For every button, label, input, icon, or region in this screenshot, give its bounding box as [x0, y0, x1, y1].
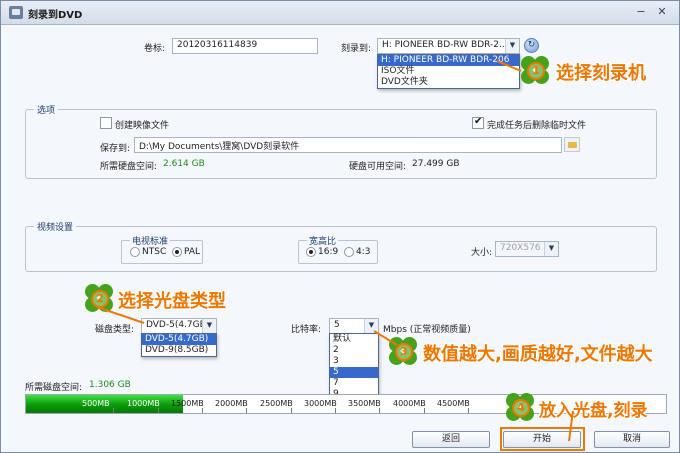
disc-type-label: 磁盘类型: — [95, 325, 135, 335]
refresh-drives-icon[interactable]: ↻ — [524, 38, 539, 53]
bitrate-select[interactable]: 5 ▼ — [329, 318, 379, 334]
capacity-scale-label: 2500MB — [260, 399, 293, 408]
step4-clover-icon: 4 — [506, 393, 536, 423]
step4-annotation: 放入光盘,刻录 — [539, 401, 648, 421]
start-highlight-box — [500, 427, 585, 451]
capacity-tick — [424, 408, 425, 413]
window-title: 刻录到DVD — [28, 10, 83, 21]
chevron-down-icon[interactable]: ▼ — [544, 242, 558, 256]
step1-clover-icon: 1 — [521, 56, 551, 86]
delete-temp-label: 完成任务后删除临时文件 — [487, 121, 587, 131]
cancel-button[interactable]: 取消 — [594, 431, 670, 448]
bitrate-selected-value: 5 — [334, 320, 340, 330]
pal-radio[interactable] — [172, 247, 182, 257]
close-button[interactable]: ✕ — [654, 5, 670, 20]
burn-to-select[interactable]: H: PIONEER BD-RW BDR-2... ▼ — [377, 38, 520, 54]
disc-type-dropdown: DVD-5(4.7GB) DVD-9(8.5GB) — [141, 333, 217, 357]
save-path-input[interactable]: D:\My Documents\狸窝\DVD刻录软件 — [134, 137, 562, 153]
bitrate-option[interactable]: 7 — [330, 378, 378, 389]
step3-clover-icon: 3 — [389, 337, 419, 367]
step4-number: 4 — [512, 399, 530, 417]
capacity-tick — [291, 408, 292, 413]
available-space-value: 27.499 GB — [412, 159, 460, 169]
app-icon — [9, 6, 23, 19]
save-to-label: 保存到: — [100, 144, 131, 154]
capacity-tick — [246, 408, 247, 413]
capacity-scale-label: 4500MB — [437, 399, 470, 408]
required-space-label: 所需硬盘空间: — [100, 162, 158, 172]
burn-to-dropdown: H: PIONEER BD-RW BDR-206 ISO文件 DVD文件夹 — [377, 54, 520, 89]
step3-number: 3 — [395, 343, 413, 361]
capacity-tick — [468, 408, 469, 413]
bitrate-option[interactable]: 5 — [330, 367, 378, 378]
aspect-4-3-radio[interactable] — [344, 247, 354, 257]
disc-type-option-dvd5[interactable]: DVD-5(4.7GB) — [142, 334, 216, 345]
burn-to-option-drive[interactable]: H: PIONEER BD-RW BDR-206 — [378, 55, 519, 66]
volume-label: 卷标: — [144, 44, 166, 54]
browse-folder-icon[interactable] — [564, 137, 580, 152]
create-image-checkbox[interactable] — [100, 117, 112, 129]
bitrate-option[interactable]: 3 — [330, 356, 378, 367]
size-selected-value: 720X576 — [500, 243, 541, 253]
ntsc-radio[interactable] — [130, 247, 140, 257]
capacity-tick — [113, 408, 114, 413]
step2-annotation: 选择光盘类型 — [118, 291, 226, 312]
available-space-label: 硬盘可用空间: — [349, 162, 407, 172]
bitrate-dropdown: 默认 2 3 5 7 9 — [329, 333, 379, 401]
disc-type-option-dvd9[interactable]: DVD-9(8.5GB) — [142, 345, 216, 356]
aspect-16-9-label: 16:9 — [318, 247, 339, 257]
chevron-down-icon[interactable]: ▼ — [202, 319, 216, 333]
ntsc-label: NTSC — [142, 247, 167, 257]
step2-clover-icon: 2 — [85, 284, 115, 314]
burn-to-option-dvd-folder[interactable]: DVD文件夹 — [378, 77, 519, 88]
tv-standard-title: 电视标准 — [130, 234, 171, 247]
delete-temp-checkbox[interactable] — [472, 116, 484, 129]
burn-to-selected-value: H: PIONEER BD-RW BDR-2... — [382, 40, 508, 50]
step3-annotation: 数值越大,画质越好,文件越大 — [423, 344, 653, 365]
options-group-title: 选项 — [34, 103, 59, 116]
capacity-scale-label: 1500MB — [171, 399, 204, 408]
required-space-value: 2.614 GB — [163, 159, 205, 169]
chevron-down-icon[interactable]: ▼ — [505, 39, 519, 53]
back-button[interactable]: 返回 — [412, 431, 490, 448]
chevron-down-icon[interactable]: ▼ — [364, 319, 378, 333]
aspect-16-9-radio[interactable] — [306, 247, 316, 257]
step2-number: 2 — [91, 290, 109, 308]
capacity-tick — [158, 408, 159, 413]
capacity-tick — [335, 408, 336, 413]
step1-annotation: 选择刻录机 — [556, 63, 646, 84]
capacity-scale-label: 2000MB — [215, 399, 248, 408]
capacity-scale-label: 3000MB — [304, 399, 337, 408]
aspect-ratio-title: 宽高比 — [307, 234, 339, 247]
burn-dvd-dialog: 刻录到DVD − ✕ 卷标: 20120316114839 刻录到: H: PI… — [0, 0, 680, 453]
capacity-scale-label: 4000MB — [393, 399, 426, 408]
capacity-scale-label: 3500MB — [348, 399, 381, 408]
step1-number: 1 — [527, 62, 545, 80]
title-bar[interactable]: 刻录到DVD − ✕ — [1, 1, 679, 25]
bitrate-label: 比特率: — [291, 325, 322, 335]
burn-to-option-iso[interactable]: ISO文件 — [378, 66, 519, 77]
create-image-label: 创建映像文件 — [115, 121, 170, 131]
bitrate-option[interactable]: 默认 — [330, 334, 378, 345]
capacity-tick — [379, 408, 380, 413]
capacity-scale-label: 500MB — [82, 399, 110, 408]
disc-space-label: 所需磁盘空间: — [25, 383, 83, 393]
minimize-button[interactable]: − — [633, 5, 649, 20]
video-settings-title: 视频设置 — [34, 220, 77, 233]
size-select[interactable]: 720X576 ▼ — [495, 241, 559, 257]
disc-space-value: 1.306 GB — [89, 380, 131, 390]
burn-to-label: 刻录到: — [341, 44, 372, 54]
capacity-scale-label: 1000MB — [127, 399, 160, 408]
disc-type-selected-value: DVD-5(4.7GB) — [146, 320, 210, 330]
bitrate-unit: Mbps (正常视频质量) — [383, 325, 471, 335]
size-label: 大小: — [471, 248, 493, 258]
aspect-4-3-label: 4:3 — [356, 247, 371, 257]
disc-type-select[interactable]: DVD-5(4.7GB) ▼ — [141, 318, 217, 334]
bitrate-option[interactable]: 2 — [330, 345, 378, 356]
volume-input[interactable]: 20120316114839 — [172, 38, 318, 54]
pal-label: PAL — [184, 247, 201, 257]
capacity-tick — [202, 408, 203, 413]
